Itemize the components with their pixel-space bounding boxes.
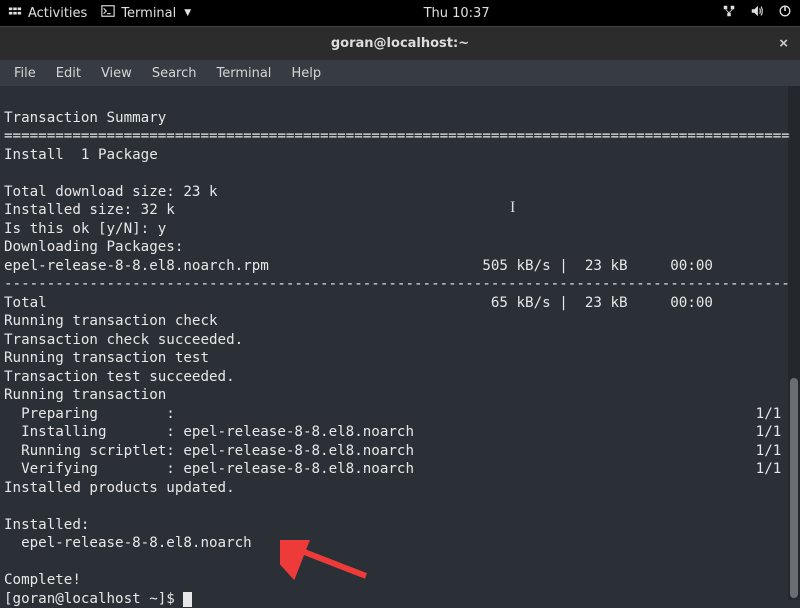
volume-icon[interactable]	[750, 4, 764, 22]
terminal-viewport[interactable]: Transaction Summary=====================…	[0, 86, 800, 600]
topbar-left: Activities Terminal ▼	[8, 4, 191, 22]
terminal-line	[4, 497, 796, 516]
gnome-top-bar: Activities Terminal ▼ Thu 10:37	[0, 0, 800, 26]
close-icon[interactable]: ×	[779, 35, 788, 52]
chevron-down-icon: ▼	[184, 8, 191, 18]
terminal-line: ========================================…	[4, 127, 796, 146]
activities-label: Activities	[28, 6, 87, 21]
window-title: goran@localhost:~	[331, 36, 469, 51]
terminal-line: Total download size: 23 k	[4, 183, 796, 202]
terminal-line: Verifying : epel-release-8-8.el8.noarch …	[4, 460, 796, 479]
window-titlebar[interactable]: goran@localhost:~ ×	[0, 26, 800, 60]
scrollbar-thumb[interactable]	[790, 378, 798, 598]
menu-file[interactable]: File	[6, 63, 44, 84]
terminal-line: Running transaction test	[4, 349, 796, 368]
active-app-indicator[interactable]: Terminal ▼	[101, 4, 191, 22]
terminal-line: Running transaction	[4, 386, 796, 405]
terminal-prompt[interactable]: [goran@localhost ~]$	[4, 590, 796, 608]
terminal-line: Installing : epel-release-8-8.el8.noarch…	[4, 423, 796, 442]
terminal-line: Transaction test succeeded.	[4, 368, 796, 387]
activities-icon	[8, 4, 22, 22]
terminal-output[interactable]: Transaction Summary=====================…	[0, 86, 800, 608]
terminal-menubar: File Edit View Search Terminal Help	[0, 60, 800, 86]
terminal-line	[4, 90, 796, 109]
terminal-line: epel-release-8-8.el8.noarch	[4, 534, 796, 553]
terminal-line: Installed products updated.	[4, 479, 796, 498]
terminal-line: Is this ok [y/N]: y	[4, 220, 796, 239]
terminal-line: Preparing : 1/1	[4, 405, 796, 424]
terminal-icon	[101, 4, 115, 22]
terminal-line: Installed:	[4, 516, 796, 535]
terminal-line: Downloading Packages:	[4, 238, 796, 257]
clock-label[interactable]: Thu 10:37	[191, 6, 722, 21]
terminal-line: Running transaction check	[4, 312, 796, 331]
terminal-line: Installed size: 32 k	[4, 201, 796, 220]
menu-edit[interactable]: Edit	[48, 63, 89, 84]
terminal-line: epel-release-8-8.el8.noarch.rpm 505 kB/s…	[4, 257, 796, 276]
menu-search[interactable]: Search	[144, 63, 205, 84]
terminal-line: Running scriptlet: epel-release-8-8.el8.…	[4, 442, 796, 461]
activities-button[interactable]: Activities	[8, 4, 87, 22]
terminal-line: Install 1 Package	[4, 146, 796, 165]
terminal-line: Complete!	[4, 571, 796, 590]
terminal-line	[4, 553, 796, 572]
power-icon[interactable]	[778, 4, 792, 22]
terminal-line	[4, 164, 796, 183]
terminal-line: Transaction check succeeded.	[4, 331, 796, 350]
menu-view[interactable]: View	[93, 63, 140, 84]
terminal-line: Total 65 kB/s | 23 kB 00:00	[4, 294, 796, 313]
network-icon[interactable]	[722, 4, 736, 22]
topbar-right	[722, 4, 792, 22]
menu-terminal[interactable]: Terminal	[208, 63, 279, 84]
scrollbar[interactable]	[788, 86, 800, 600]
terminal-cursor	[183, 592, 192, 607]
terminal-line: Transaction Summary	[4, 109, 796, 128]
menu-help[interactable]: Help	[283, 63, 329, 84]
active-app-label: Terminal	[121, 6, 176, 21]
terminal-line: ----------------------------------------…	[4, 275, 796, 294]
